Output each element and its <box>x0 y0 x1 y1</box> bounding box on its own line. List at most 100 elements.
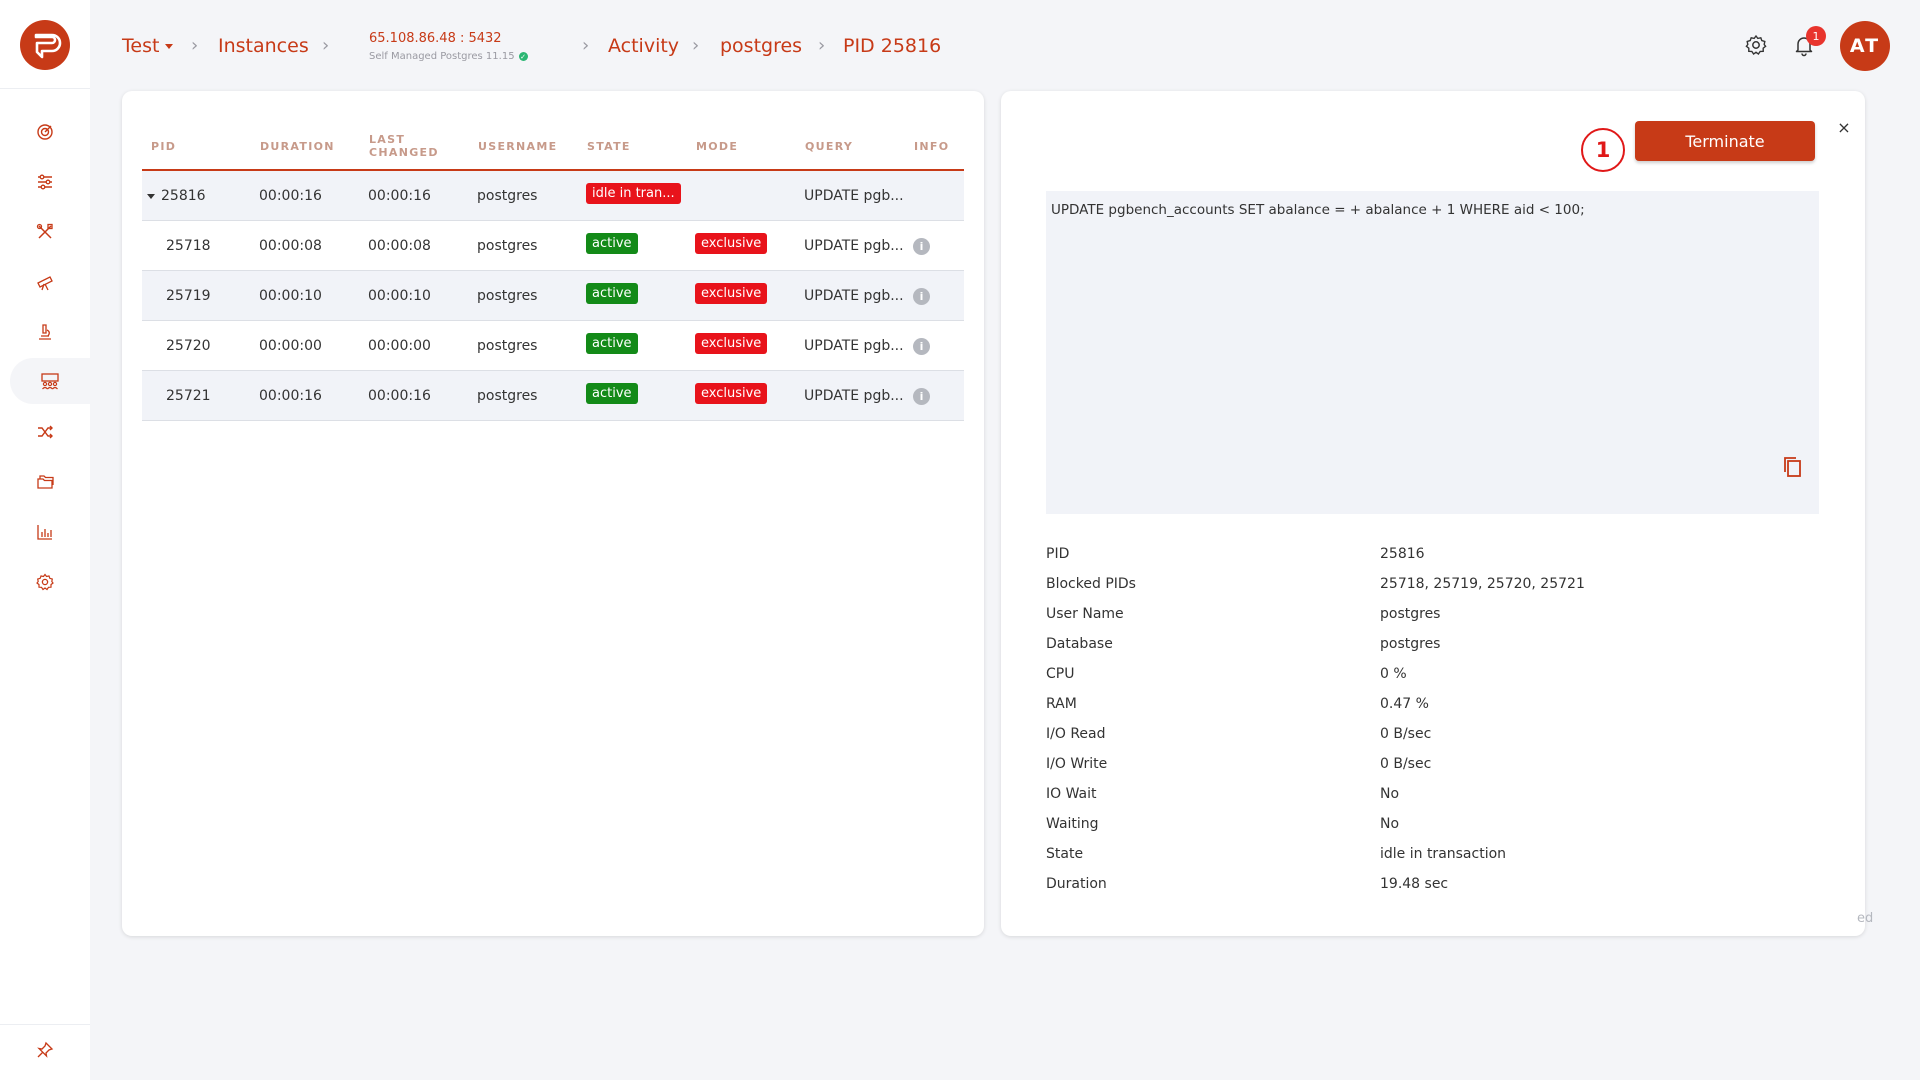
sidebar-item-reports[interactable] <box>22 509 68 555</box>
detail-value: No <box>1380 786 1400 802</box>
column-header-mode[interactable]: MODE <box>696 121 738 171</box>
detail-value: 0 % <box>1380 666 1407 682</box>
breadcrumb-instance-host[interactable]: 65.108.86.48 : 5432 <box>369 31 502 46</box>
column-header-state[interactable]: STATE <box>587 121 631 171</box>
pid-cell[interactable]: 25816 <box>147 171 206 221</box>
sidebar-item-dashboard[interactable] <box>22 109 68 155</box>
sidebar-pin-button[interactable] <box>22 1027 68 1073</box>
column-header-last-changed[interactable]: LAST CHANGED <box>369 121 439 171</box>
sidebar-item-explore[interactable] <box>22 259 68 305</box>
mode-badge: exclusive <box>695 332 768 354</box>
info-cell: i <box>913 371 930 421</box>
state-cell: active <box>586 221 638 271</box>
breadcrumb-pid: PID 25816 <box>843 35 942 57</box>
shuffle-icon <box>38 425 53 439</box>
sidebar-item-analyze[interactable] <box>22 309 68 355</box>
chevron-right-icon: › <box>191 35 199 56</box>
copy-icon[interactable] <box>1781 455 1803 479</box>
terminate-button[interactable]: Terminate <box>1635 121 1815 161</box>
info-cell: i <box>913 271 930 321</box>
sidebar-item-replication[interactable] <box>22 409 68 455</box>
last-changed-cell: 00:00:10 <box>368 288 431 304</box>
activity-table: PID DURATION LAST CHANGED USERNAME STATE… <box>142 121 964 421</box>
column-header-last-changed-line2: CHANGED <box>369 146 439 159</box>
settings-button[interactable] <box>1744 33 1770 59</box>
detail-label: RAM <box>1046 696 1077 712</box>
breadcrumb-database[interactable]: postgres <box>720 35 802 57</box>
process-details-panel: 1 Terminate × UPDATE pgbench_accounts SE… <box>1001 91 1865 936</box>
sidebar-item-backups[interactable] <box>22 459 68 505</box>
settings-icon <box>36 573 54 591</box>
column-header-query[interactable]: QUERY <box>805 121 853 171</box>
chart-icon <box>37 525 52 540</box>
state-badge: active <box>586 382 638 404</box>
table-header: PID DURATION LAST CHANGED USERNAME STATE… <box>142 121 964 171</box>
column-header-pid[interactable]: PID <box>151 121 176 171</box>
table-row[interactable]: 25721 00:00:16 00:00:16 postgres active … <box>142 371 964 421</box>
username-cell: postgres <box>477 288 538 304</box>
app-logo[interactable] <box>20 20 70 70</box>
mode-badge: exclusive <box>695 382 768 404</box>
pin-icon <box>37 1041 54 1058</box>
chevron-right-icon: › <box>818 35 826 56</box>
info-icon[interactable]: i <box>913 387 930 405</box>
detail-value: idle in transaction <box>1380 846 1507 862</box>
state-cell: active <box>586 321 638 371</box>
detail-value: postgres <box>1380 606 1441 622</box>
table-row[interactable]: 25719 00:00:10 00:00:10 postgres active … <box>142 271 964 321</box>
sidebar-divider <box>0 88 90 89</box>
close-icon[interactable]: × <box>1834 117 1854 137</box>
mode-badge: exclusive <box>695 232 768 254</box>
breadcrumb-activity[interactable]: Activity <box>608 35 679 57</box>
column-header-last-changed-line1: LAST <box>369 133 406 146</box>
dashboard-icon <box>37 124 53 140</box>
detail-value: 25718, 25719, 25720, 25721 <box>1380 576 1585 592</box>
duration-cell: 00:00:00 <box>259 338 322 354</box>
table-row[interactable]: 25720 00:00:00 00:00:00 postgres active … <box>142 321 964 371</box>
breadcrumb-instances[interactable]: Instances <box>218 35 309 57</box>
query-text-box[interactable]: UPDATE pgbench_accounts SET abalance = +… <box>1046 191 1819 514</box>
info-icon[interactable]: i <box>913 337 930 355</box>
sliders-icon <box>38 174 52 190</box>
column-header-duration[interactable]: DURATION <box>260 121 335 171</box>
query-cell: UPDATE pgb... <box>804 238 904 254</box>
last-changed-cell: 00:00:08 <box>368 238 431 254</box>
detail-label: User Name <box>1046 606 1124 622</box>
state-badge: active <box>586 232 638 254</box>
info-icon[interactable]: i <box>913 287 930 305</box>
state-badge: active <box>586 332 638 354</box>
sidebar-item-settings[interactable] <box>22 559 68 605</box>
sidebar-divider-bottom <box>0 1024 90 1025</box>
sidebar-item-tools[interactable] <box>22 209 68 255</box>
table-row[interactable]: 25718 00:00:08 00:00:08 postgres active … <box>142 221 964 271</box>
pid-cell: 25720 <box>166 338 211 354</box>
user-avatar[interactable]: AT <box>1840 21 1890 71</box>
chevron-down-icon <box>165 43 174 49</box>
info-icon[interactable]: i <box>913 237 930 255</box>
duration-cell: 00:00:16 <box>259 188 322 204</box>
mode-cell: exclusive <box>695 221 768 271</box>
column-header-username[interactable]: USERNAME <box>478 121 557 171</box>
last-changed-cell: 00:00:16 <box>368 188 431 204</box>
duration-cell: 00:00:08 <box>259 238 322 254</box>
detail-value: No <box>1380 816 1400 832</box>
copy-glyph <box>1784 457 1801 477</box>
detail-value: 19.48 sec <box>1380 876 1449 892</box>
pid-cell: 25721 <box>166 388 211 404</box>
username-cell: postgres <box>477 188 538 204</box>
detail-label: Duration <box>1046 876 1107 892</box>
caret-down-icon[interactable] <box>147 193 155 199</box>
mode-cell: exclusive <box>695 321 768 371</box>
chevron-right-icon: › <box>322 35 330 56</box>
breadcrumb-project[interactable]: Test <box>122 35 174 57</box>
pid-value: 25816 <box>161 188 206 204</box>
detail-label: Blocked PIDs <box>1046 576 1136 592</box>
duration-cell: 00:00:16 <box>259 388 322 404</box>
table-row[interactable]: 25816 00:00:16 00:00:16 postgres idle in… <box>142 171 964 221</box>
sidebar-item-tuning[interactable] <box>22 159 68 205</box>
pid-cell: 25719 <box>166 288 211 304</box>
sidebar-item-activity[interactable] <box>10 358 90 404</box>
top-header: Test › Instances › 65.108.86.48 : 5432 S… <box>90 0 1920 92</box>
detail-value: 25816 <box>1380 546 1425 562</box>
state-badge: idle in tran... <box>586 182 681 204</box>
